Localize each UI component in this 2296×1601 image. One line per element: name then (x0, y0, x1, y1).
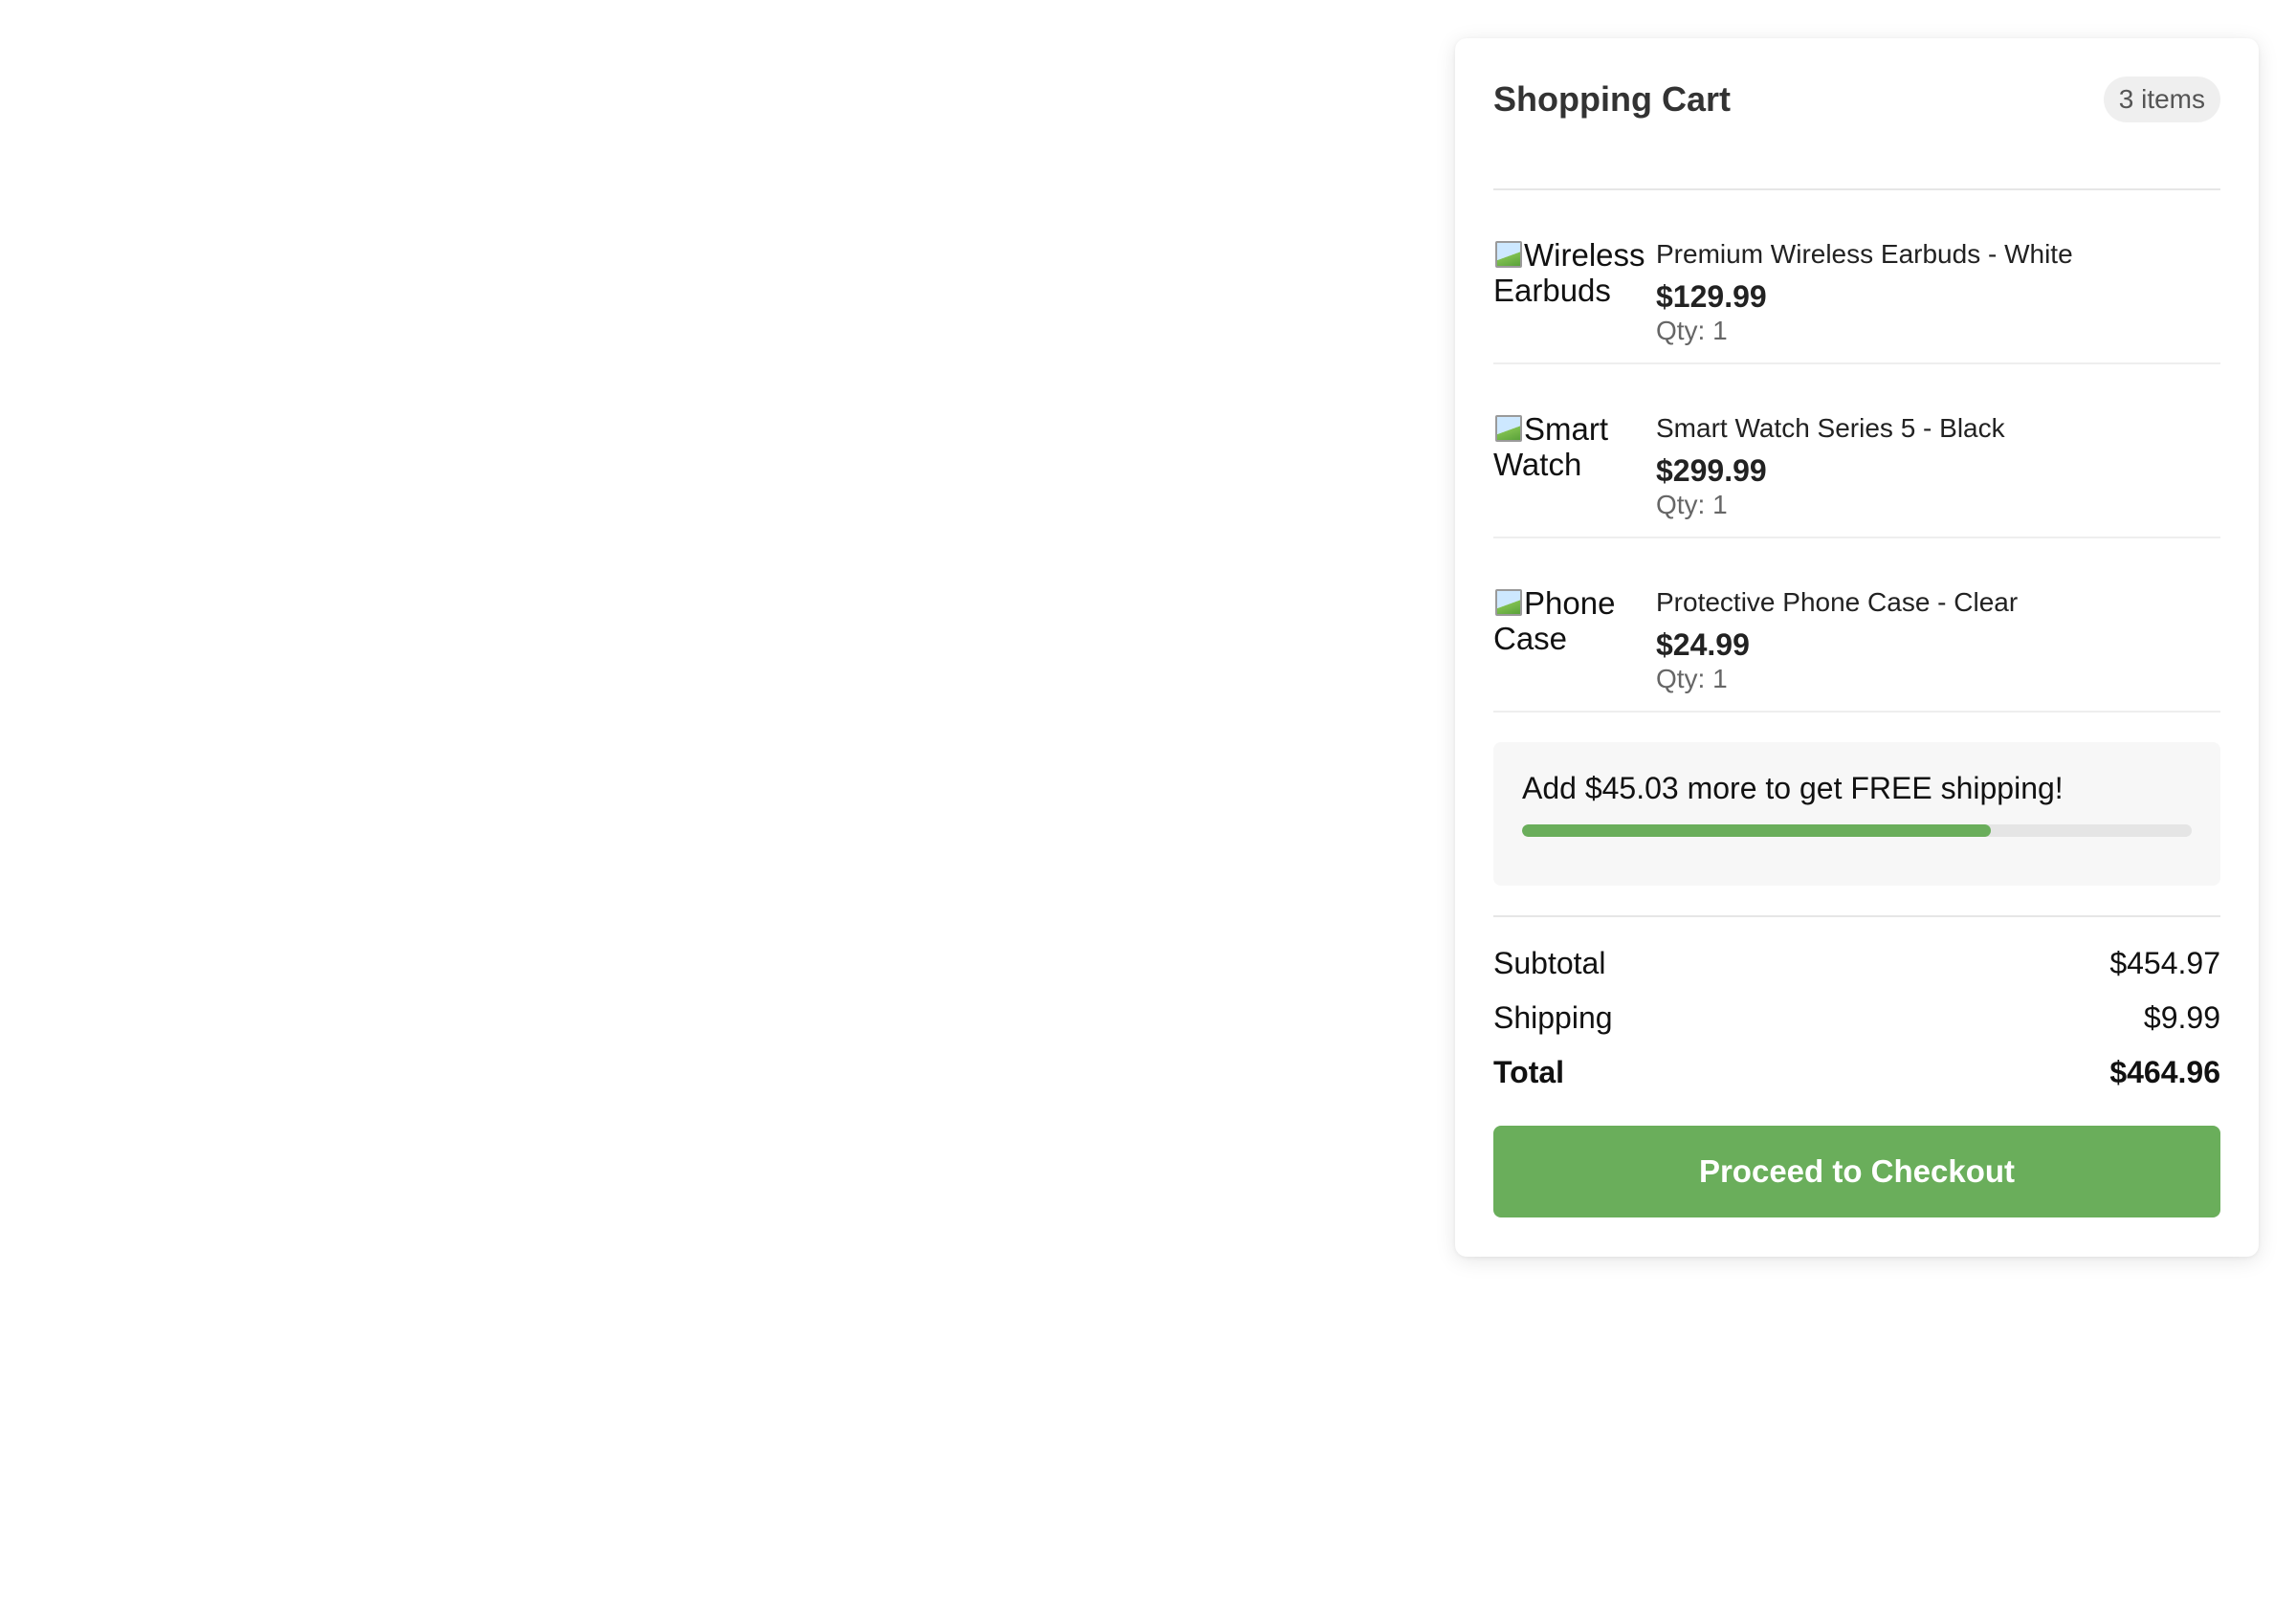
cart-item: Phone Case Protective Phone Case - Clear… (1493, 538, 2220, 713)
cart-item: Wireless Earbuds Premium Wireless Earbud… (1493, 190, 2220, 364)
total-value: $464.96 (2109, 1055, 2220, 1089)
progress-fill (1522, 824, 1991, 837)
product-image-phone-case[interactable]: Phone Case (1493, 585, 1656, 711)
shipping-label: Shipping (1493, 1000, 1613, 1035)
item-details: Protective Phone Case - Clear $24.99 Qty… (1656, 585, 2220, 711)
shipping-value: $9.99 (2143, 1000, 2220, 1035)
cart-header: Shopping Cart 3 items (1493, 77, 2220, 190)
checkout-button[interactable]: Proceed to Checkout (1493, 1126, 2220, 1217)
broken-image-icon (1493, 413, 1522, 442)
item-price: $129.99 (1656, 279, 1767, 314)
item-details: Premium Wireless Earbuds - White $129.99… (1656, 237, 2220, 362)
subtotal-row: Subtotal $454.97 (1493, 944, 2220, 982)
item-price: $299.99 (1656, 453, 1767, 488)
order-summary: Subtotal $454.97 Shipping $9.99 Total $4… (1493, 915, 2220, 1091)
item-name[interactable]: Protective Phone Case - Clear (1656, 585, 2220, 620)
product-image-earbuds[interactable]: Wireless Earbuds (1493, 237, 1656, 362)
free-shipping-message: Add $45.03 more to get FREE shipping! (1522, 771, 2064, 805)
item-count-badge: 3 items (2103, 77, 2220, 122)
subtotal-value: $454.97 (2109, 946, 2220, 980)
product-image-smart-watch[interactable]: Smart Watch (1493, 411, 1656, 537)
item-quantity: Qty: 1 (1656, 664, 1728, 693)
total-row: Total $464.96 (1493, 1053, 2220, 1091)
broken-image-icon (1493, 587, 1522, 616)
subtotal-label: Subtotal (1493, 946, 1606, 980)
broken-image-icon (1493, 239, 1522, 268)
cart-title: Shopping Cart (1493, 79, 1731, 119)
item-price: $24.99 (1656, 627, 1750, 662)
free-shipping-progress-bar (1522, 824, 2192, 837)
item-quantity: Qty: 1 (1656, 316, 1728, 345)
total-label: Total (1493, 1055, 1565, 1089)
item-name[interactable]: Premium Wireless Earbuds - White (1656, 237, 2220, 272)
cart-item: Smart Watch Smart Watch Series 5 - Black… (1493, 364, 2220, 538)
shipping-row: Shipping $9.99 (1493, 998, 2220, 1037)
free-shipping-banner: Add $45.03 more to get FREE shipping! (1493, 742, 2220, 886)
item-name[interactable]: Smart Watch Series 5 - Black (1656, 411, 2220, 446)
item-details: Smart Watch Series 5 - Black $299.99 Qty… (1656, 411, 2220, 537)
shopping-cart-panel: Shopping Cart 3 items Wireless Earbuds P… (1455, 38, 2259, 1257)
item-quantity: Qty: 1 (1656, 490, 1728, 519)
